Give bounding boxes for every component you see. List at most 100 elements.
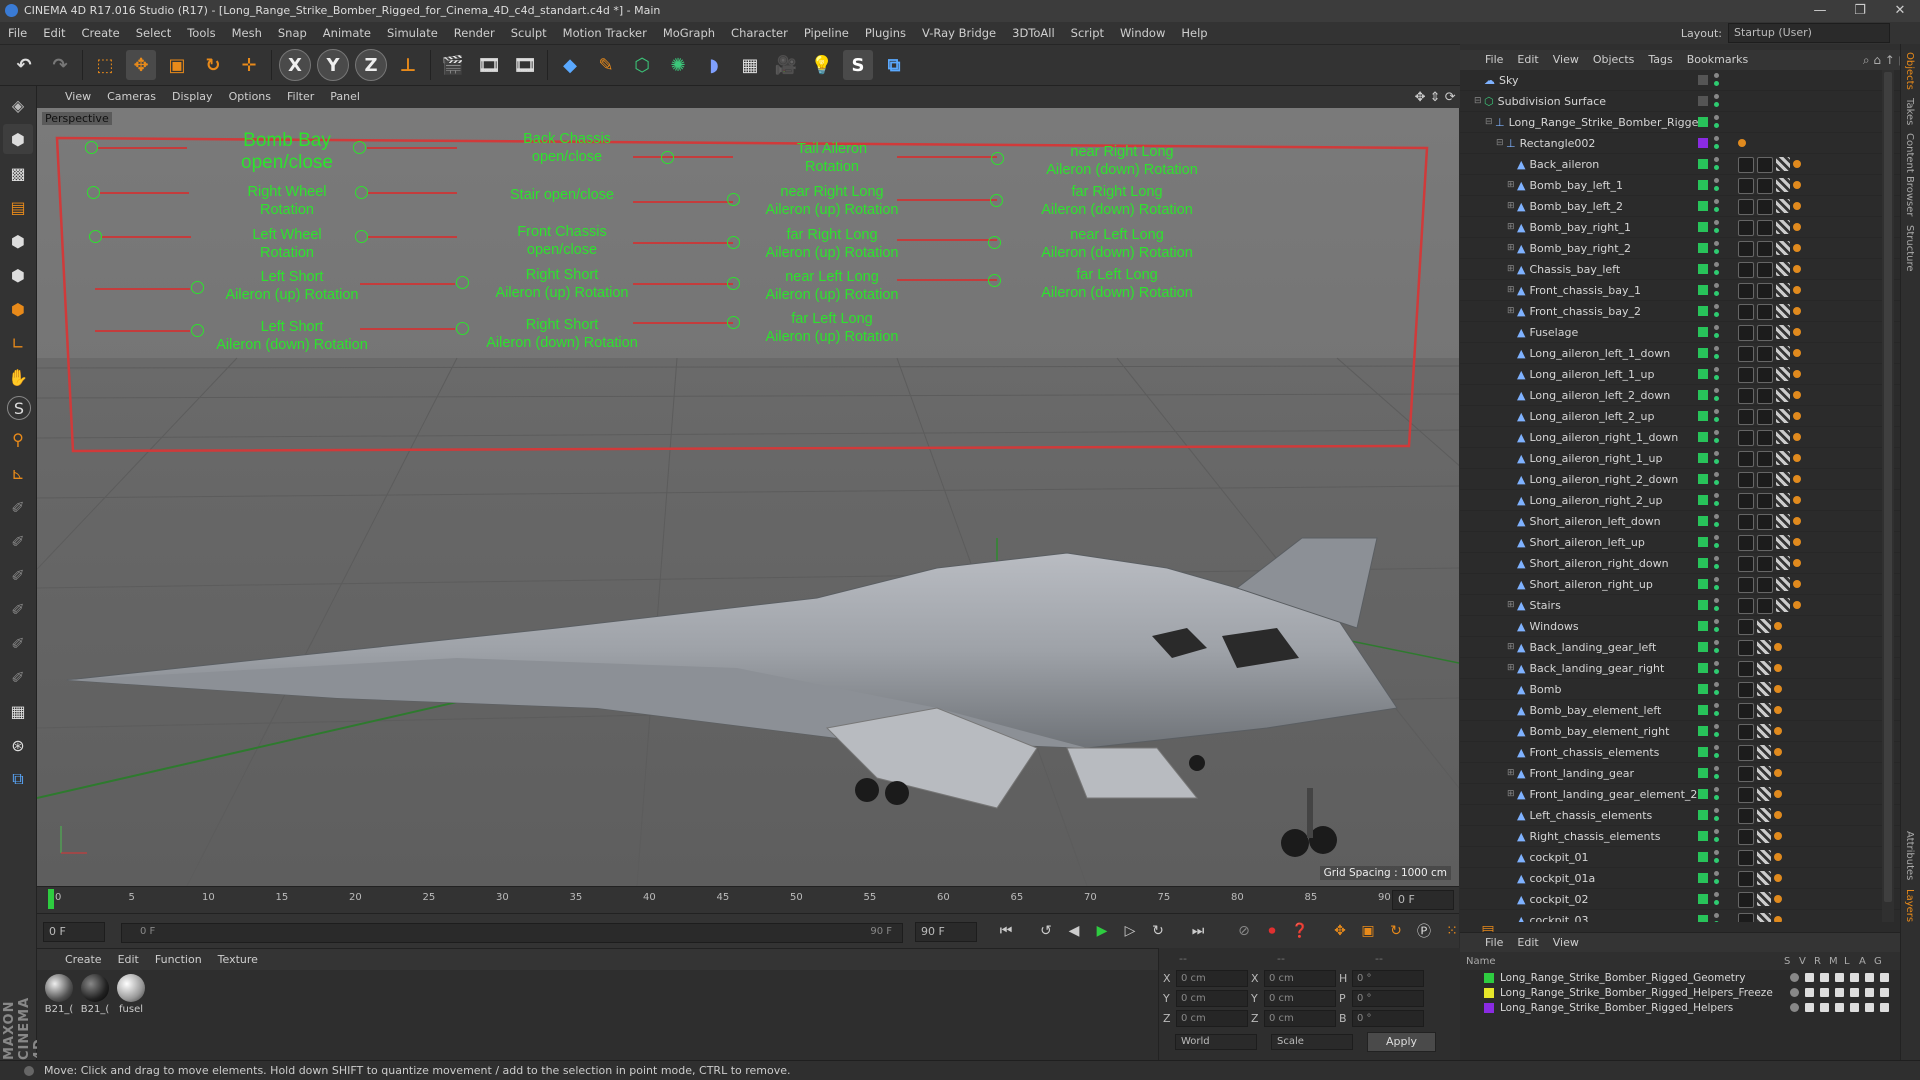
tab-attributes[interactable]: Attributes bbox=[1904, 831, 1915, 880]
viewport-menu-display[interactable]: Display bbox=[164, 86, 221, 108]
cube-primitive-icon[interactable]: ◆ bbox=[555, 50, 585, 80]
redo-icon[interactable]: ↷ bbox=[45, 50, 75, 80]
editor-visibility-icon[interactable] bbox=[1714, 220, 1719, 225]
coord-value-field[interactable]: 0 cm bbox=[1264, 969, 1336, 987]
expand-toggle-icon[interactable]: ⊞ bbox=[1507, 180, 1517, 190]
xpresso-tag-icon[interactable] bbox=[1793, 244, 1801, 252]
material-tag-icon[interactable] bbox=[1738, 808, 1754, 824]
current-frame-field[interactable]: 0 F bbox=[43, 922, 105, 942]
floor-icon[interactable]: ▦ bbox=[735, 50, 765, 80]
layer-color-swatch[interactable] bbox=[1698, 915, 1708, 922]
expand-toggle-icon[interactable]: ⊞ bbox=[1507, 663, 1517, 673]
apply-button[interactable]: Apply bbox=[1367, 1032, 1437, 1052]
undo-icon[interactable]: ↶ bbox=[9, 50, 39, 80]
menu-vray-bridge[interactable]: V-Ray Bridge bbox=[914, 22, 1004, 44]
object-row[interactable]: ⊞ ▲ Front_chassis_bay_1 bbox=[1460, 280, 1900, 301]
editor-visibility-icon[interactable] bbox=[1714, 367, 1719, 372]
object-row[interactable]: ⊟ ⬡ Subdivision Surface bbox=[1460, 91, 1900, 112]
editor-visibility-icon[interactable] bbox=[1714, 808, 1719, 813]
texture-tag-icon[interactable] bbox=[1757, 850, 1771, 864]
layer-toggle-icon[interactable] bbox=[1820, 1003, 1829, 1012]
expand-toggle-icon[interactable]: ⊞ bbox=[1507, 306, 1517, 316]
menu-motion-tracker[interactable]: Motion Tracker bbox=[555, 22, 655, 44]
z-axis-lock-icon[interactable]: Z bbox=[355, 49, 387, 81]
expand-toggle-icon[interactable]: ⊞ bbox=[1507, 243, 1517, 253]
polygons-mode-icon[interactable]: ⬢ bbox=[3, 294, 33, 324]
rig-control-handle[interactable] bbox=[988, 236, 1001, 249]
object-row[interactable]: ▲ cockpit_03 bbox=[1460, 910, 1900, 922]
render-visibility-icon[interactable] bbox=[1714, 585, 1719, 590]
render-visibility-icon[interactable] bbox=[1714, 123, 1719, 128]
key-scale-icon[interactable]: ▣ bbox=[1356, 919, 1380, 943]
material-tag-icon[interactable] bbox=[1757, 262, 1773, 278]
grid-lock-icon[interactable]: ▦ bbox=[3, 696, 33, 726]
layer-color-swatch[interactable] bbox=[1484, 972, 1494, 983]
viewport-menu-options[interactable]: Options bbox=[221, 86, 279, 108]
material-tag-icon[interactable] bbox=[1738, 682, 1754, 698]
render-visibility-icon[interactable] bbox=[1714, 81, 1719, 86]
menu-character[interactable]: Character bbox=[723, 22, 796, 44]
expand-toggle-icon[interactable]: ⊞ bbox=[1507, 264, 1517, 274]
expand-toggle-icon[interactable]: ⊞ bbox=[1507, 768, 1517, 778]
texture-tag-icon[interactable] bbox=[1757, 682, 1771, 696]
xpresso-tag-icon[interactable] bbox=[1774, 643, 1782, 651]
layer-color-swatch[interactable] bbox=[1698, 705, 1708, 715]
menu-help[interactable]: Help bbox=[1173, 22, 1215, 44]
material-tag-icon[interactable] bbox=[1738, 262, 1754, 278]
objects-menu-file[interactable]: File bbox=[1478, 50, 1510, 70]
xpresso-tag-icon[interactable] bbox=[1774, 664, 1782, 672]
material-swatch[interactable]: fusel bbox=[115, 974, 147, 1015]
layer-color-swatch[interactable] bbox=[1698, 117, 1708, 127]
perspective-viewport[interactable]: Perspective Grid Spacing : 1000 cm Bomb … bbox=[37, 108, 1459, 886]
layer-color-swatch[interactable] bbox=[1698, 663, 1708, 673]
layer-color-swatch[interactable] bbox=[1698, 201, 1708, 211]
texture-tag-icon[interactable] bbox=[1757, 619, 1771, 633]
texture-tag-icon[interactable] bbox=[1757, 871, 1771, 885]
menu-simulate[interactable]: Simulate bbox=[379, 22, 446, 44]
texture-tag-icon[interactable] bbox=[1776, 556, 1790, 570]
object-row[interactable]: ⊞ ▲ Stairs bbox=[1460, 595, 1900, 616]
xpresso-tag-icon[interactable] bbox=[1774, 811, 1782, 819]
menu-script[interactable]: Script bbox=[1063, 22, 1112, 44]
menu-window[interactable]: Window bbox=[1112, 22, 1173, 44]
sculpt-pull-icon[interactable]: ✐ bbox=[3, 492, 33, 522]
object-row[interactable]: ▲ cockpit_02 bbox=[1460, 889, 1900, 910]
render-visibility-icon[interactable] bbox=[1714, 606, 1719, 611]
layer-color-swatch[interactable] bbox=[1698, 138, 1708, 148]
python-script-icon[interactable]: ⧉ bbox=[3, 764, 33, 794]
python-icon[interactable]: ⧉ bbox=[879, 50, 909, 80]
render-visibility-icon[interactable] bbox=[1714, 354, 1719, 359]
playhead[interactable] bbox=[48, 889, 54, 909]
layer-color-swatch[interactable] bbox=[1698, 600, 1708, 610]
xpresso-tag-icon[interactable] bbox=[1793, 286, 1801, 294]
texture-tag-icon[interactable] bbox=[1757, 724, 1771, 738]
texture-tag-icon[interactable] bbox=[1757, 913, 1771, 922]
texture-tag-icon[interactable] bbox=[1776, 346, 1790, 360]
material-tag-icon[interactable] bbox=[1757, 157, 1773, 173]
expand-toggle-icon[interactable]: ⊞ bbox=[1507, 642, 1517, 652]
object-row[interactable]: ⊟ ⊥ Rectangle002 bbox=[1460, 133, 1900, 154]
rig-control-handle[interactable] bbox=[456, 276, 469, 289]
viewport-menu-filter[interactable]: Filter bbox=[279, 86, 322, 108]
material-tag-icon[interactable] bbox=[1757, 283, 1773, 299]
xpresso-tag-icon[interactable] bbox=[1793, 202, 1801, 210]
expand-toggle-icon[interactable]: ⊞ bbox=[1507, 600, 1517, 610]
editor-visibility-icon[interactable] bbox=[1714, 661, 1719, 666]
render-visibility-icon[interactable] bbox=[1714, 291, 1719, 296]
light-icon[interactable]: 💡 bbox=[807, 50, 837, 80]
menu-mesh[interactable]: Mesh bbox=[224, 22, 270, 44]
object-row[interactable]: ▲ Front_chassis_elements bbox=[1460, 742, 1900, 763]
object-row[interactable]: ▲ Long_aileron_left_2_up bbox=[1460, 406, 1900, 427]
editor-visibility-icon[interactable] bbox=[1714, 535, 1719, 540]
object-row[interactable]: ▲ cockpit_01a bbox=[1460, 868, 1900, 889]
layer-toggle-icon[interactable] bbox=[1820, 988, 1829, 997]
xpresso-tag-icon[interactable] bbox=[1774, 874, 1782, 882]
texture-tag-icon[interactable] bbox=[1776, 430, 1790, 444]
editor-visibility-icon[interactable] bbox=[1714, 829, 1719, 834]
layer-toggle-icon[interactable] bbox=[1835, 973, 1844, 982]
layer-toggle-icon[interactable] bbox=[1880, 1003, 1889, 1012]
texture-tag-icon[interactable] bbox=[1776, 493, 1790, 507]
rig-control-handle[interactable] bbox=[727, 316, 740, 329]
xpresso-tag-icon[interactable] bbox=[1793, 559, 1801, 567]
material-tag-icon[interactable] bbox=[1738, 409, 1754, 425]
